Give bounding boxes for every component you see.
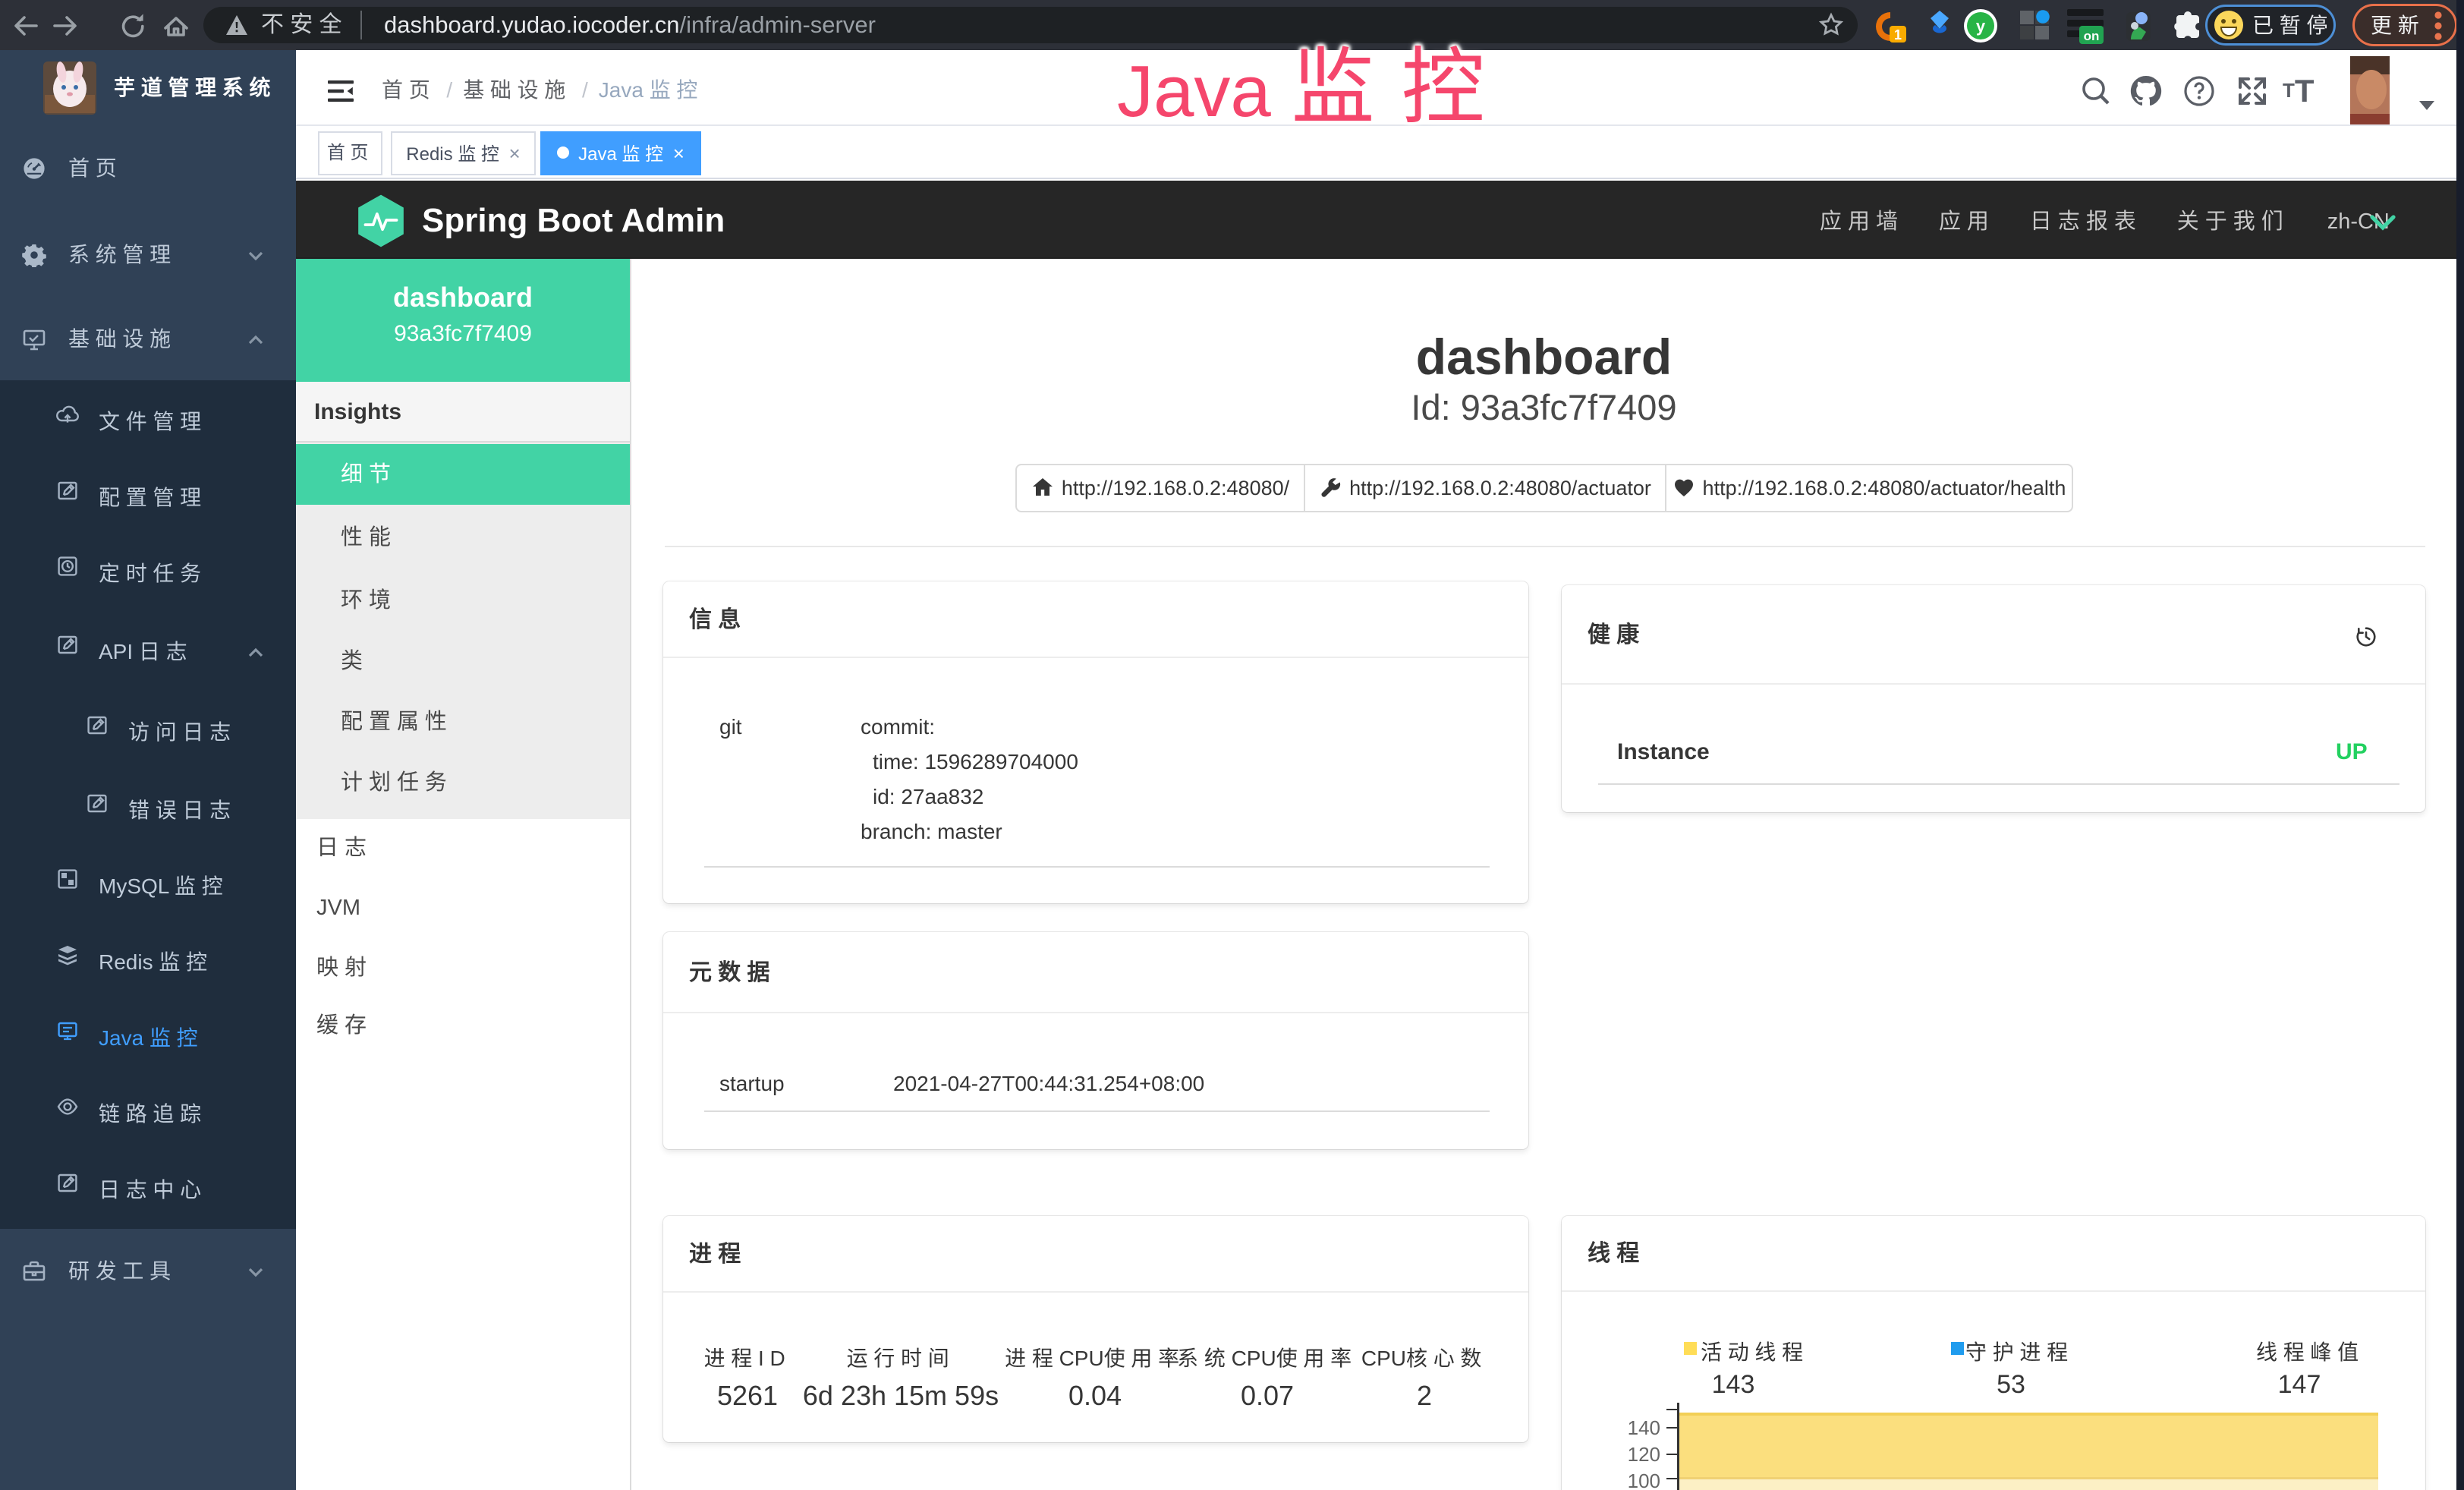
svg-text:1: 1 — [1894, 27, 1902, 43]
svg-text:y: y — [1976, 17, 1986, 36]
svg-text:on: on — [2084, 29, 2100, 43]
